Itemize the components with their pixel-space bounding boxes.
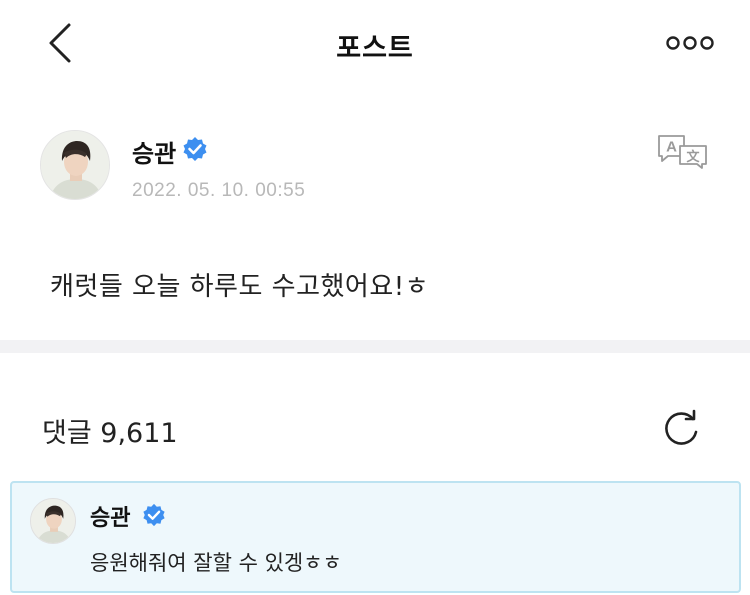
comment-text: 응원해줘여 잘할 수 있겡ㅎㅎ <box>90 551 342 575</box>
section-divider <box>0 340 750 353</box>
svg-text:A: A <box>666 139 677 156</box>
comment-item[interactable]: 승관 응원해줘여 잘할 수 있겡ㅎㅎ <box>10 481 741 593</box>
verified-badge-icon <box>143 503 165 527</box>
verified-badge-icon <box>183 137 207 161</box>
post-timestamp: 2022. 05. 10. 00:55 <box>132 180 306 201</box>
comment-author-name[interactable]: 승관 <box>90 500 130 532</box>
svg-text:文: 文 <box>686 149 700 165</box>
avatar-image <box>41 131 109 199</box>
comments-count: 댓글 9,611 <box>42 418 178 449</box>
page-title: 포스트 <box>336 33 414 64</box>
post-body-text: 캐럿들 오늘 하루도 수고했어요!ㅎ <box>50 272 430 302</box>
avatar-image <box>31 499 75 543</box>
author-name[interactable]: 승관 <box>132 134 176 169</box>
refresh-button[interactable] <box>660 409 704 449</box>
translate-button[interactable]: A 文 <box>656 134 710 170</box>
more-options-button[interactable] <box>660 28 720 58</box>
translate-icon: A 文 <box>658 135 707 169</box>
more-dots-icon <box>666 36 714 50</box>
top-bar: 포스트 <box>0 0 750 88</box>
comments-header: 댓글 9,611 <box>0 353 750 478</box>
post-card: 승관 2022. 05. 10. 00:55 A 文 캐럿들 오늘 하루도 수고… <box>0 88 750 340</box>
comment-author-avatar[interactable] <box>30 498 76 544</box>
author-avatar[interactable] <box>40 130 110 200</box>
refresh-icon <box>665 409 698 445</box>
